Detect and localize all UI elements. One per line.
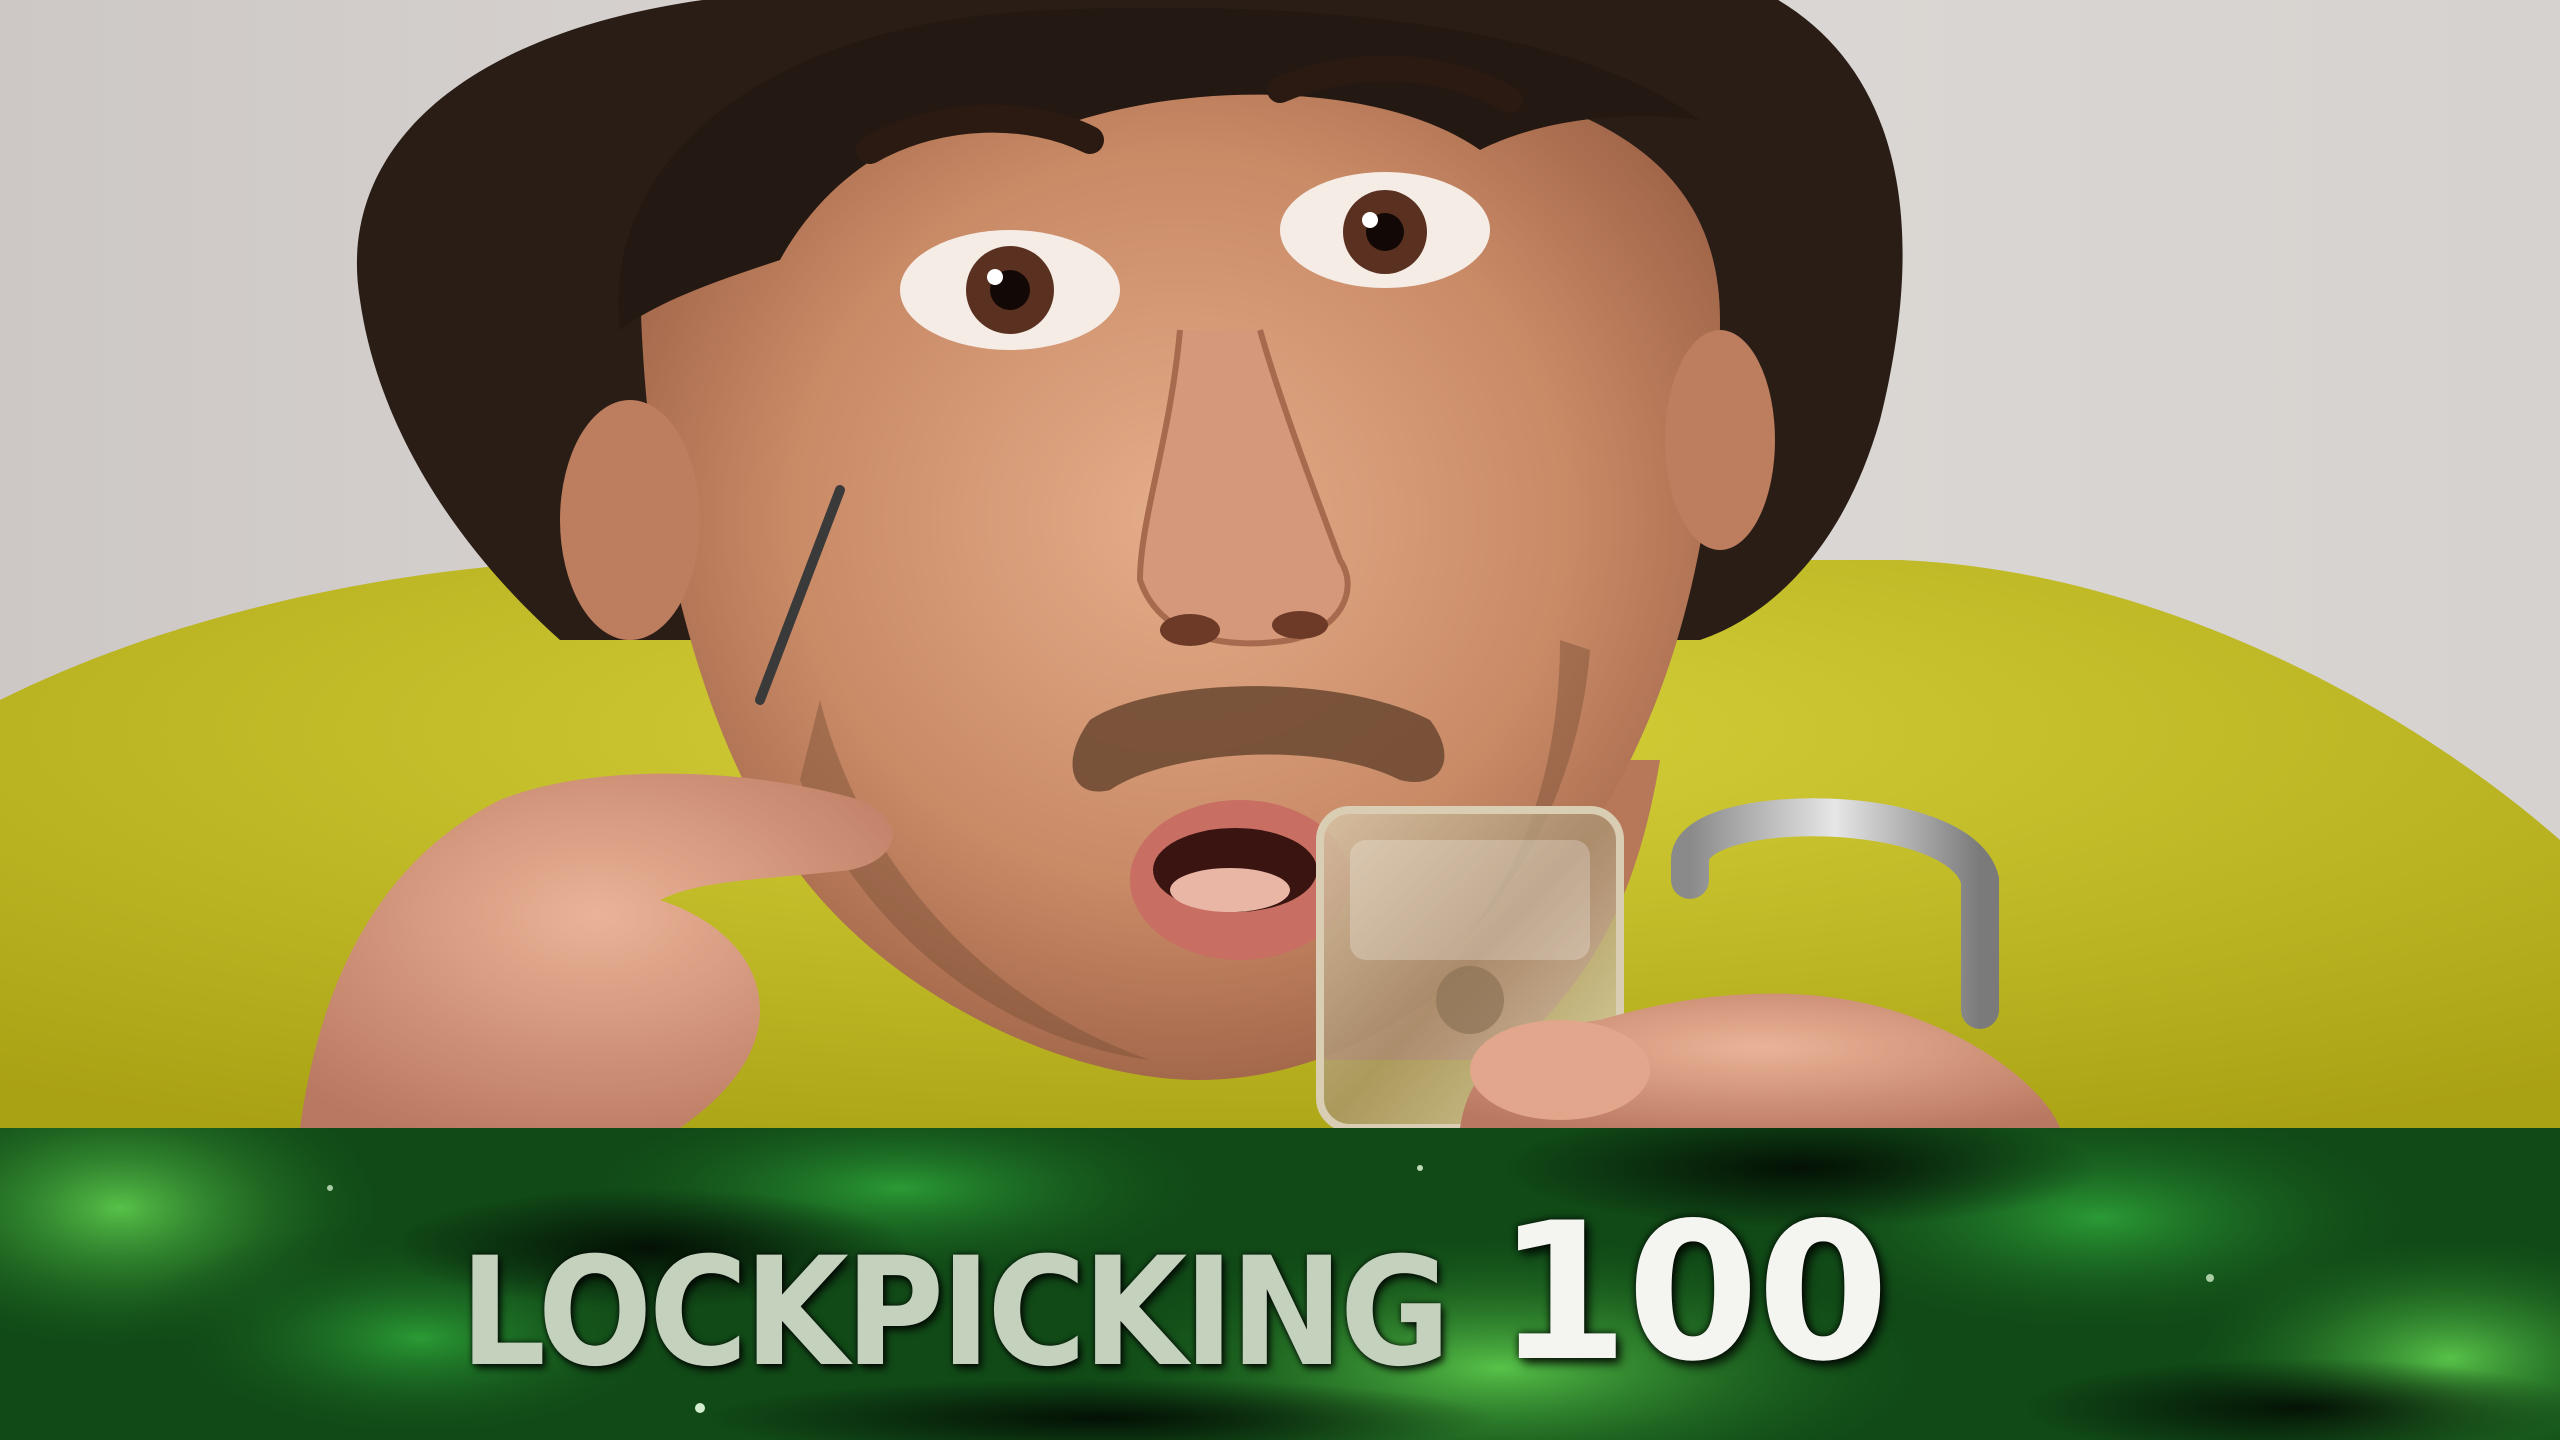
- skill-banner: LOCKPICKING 100: [0, 1128, 2560, 1440]
- person-picking-padlock-illustration: [0, 0, 2560, 1128]
- skill-level: 100: [1496, 1182, 1890, 1403]
- skill-name: LOCKPICKING: [460, 1226, 1451, 1400]
- photo-panel: [0, 0, 2560, 1128]
- meme-frame: LOCKPICKING 100: [0, 0, 2560, 1440]
- skill-level-up-text: LOCKPICKING 100: [460, 1182, 1890, 1403]
